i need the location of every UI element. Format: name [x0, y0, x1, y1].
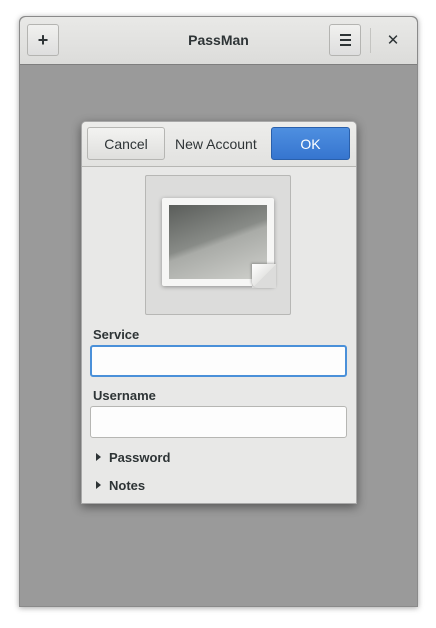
ok-button[interactable]: OK [271, 127, 350, 160]
close-icon: ✕ [386, 32, 400, 49]
add-account-button[interactable]: + [27, 24, 59, 56]
cancel-button[interactable]: Cancel [87, 127, 165, 160]
username-label: Username [93, 388, 156, 403]
hamburger-menu-icon [339, 34, 351, 46]
password-expander-label: Password [109, 449, 171, 465]
account-image-button[interactable] [145, 175, 291, 315]
service-input[interactable] [90, 345, 347, 377]
password-expander[interactable]: Password [96, 448, 170, 466]
image-missing-icon [162, 198, 276, 288]
close-window-button[interactable]: ✕ [377, 24, 409, 56]
new-account-dialog: Cancel New Account OK Service Username P… [81, 121, 357, 504]
triangle-right-icon [96, 481, 101, 489]
service-label: Service [93, 327, 140, 342]
dialog-header: Cancel New Account OK [82, 122, 356, 167]
dialog-title: New Account [175, 136, 257, 152]
notes-expander[interactable]: Notes [96, 476, 145, 494]
triangle-right-icon [96, 453, 101, 461]
header-bar: + PassMan ✕ [20, 17, 417, 65]
header-separator [370, 28, 371, 53]
plus-icon: + [37, 29, 49, 50]
notes-expander-label: Notes [109, 477, 146, 493]
username-input[interactable] [90, 406, 347, 438]
menu-button[interactable] [329, 24, 361, 56]
